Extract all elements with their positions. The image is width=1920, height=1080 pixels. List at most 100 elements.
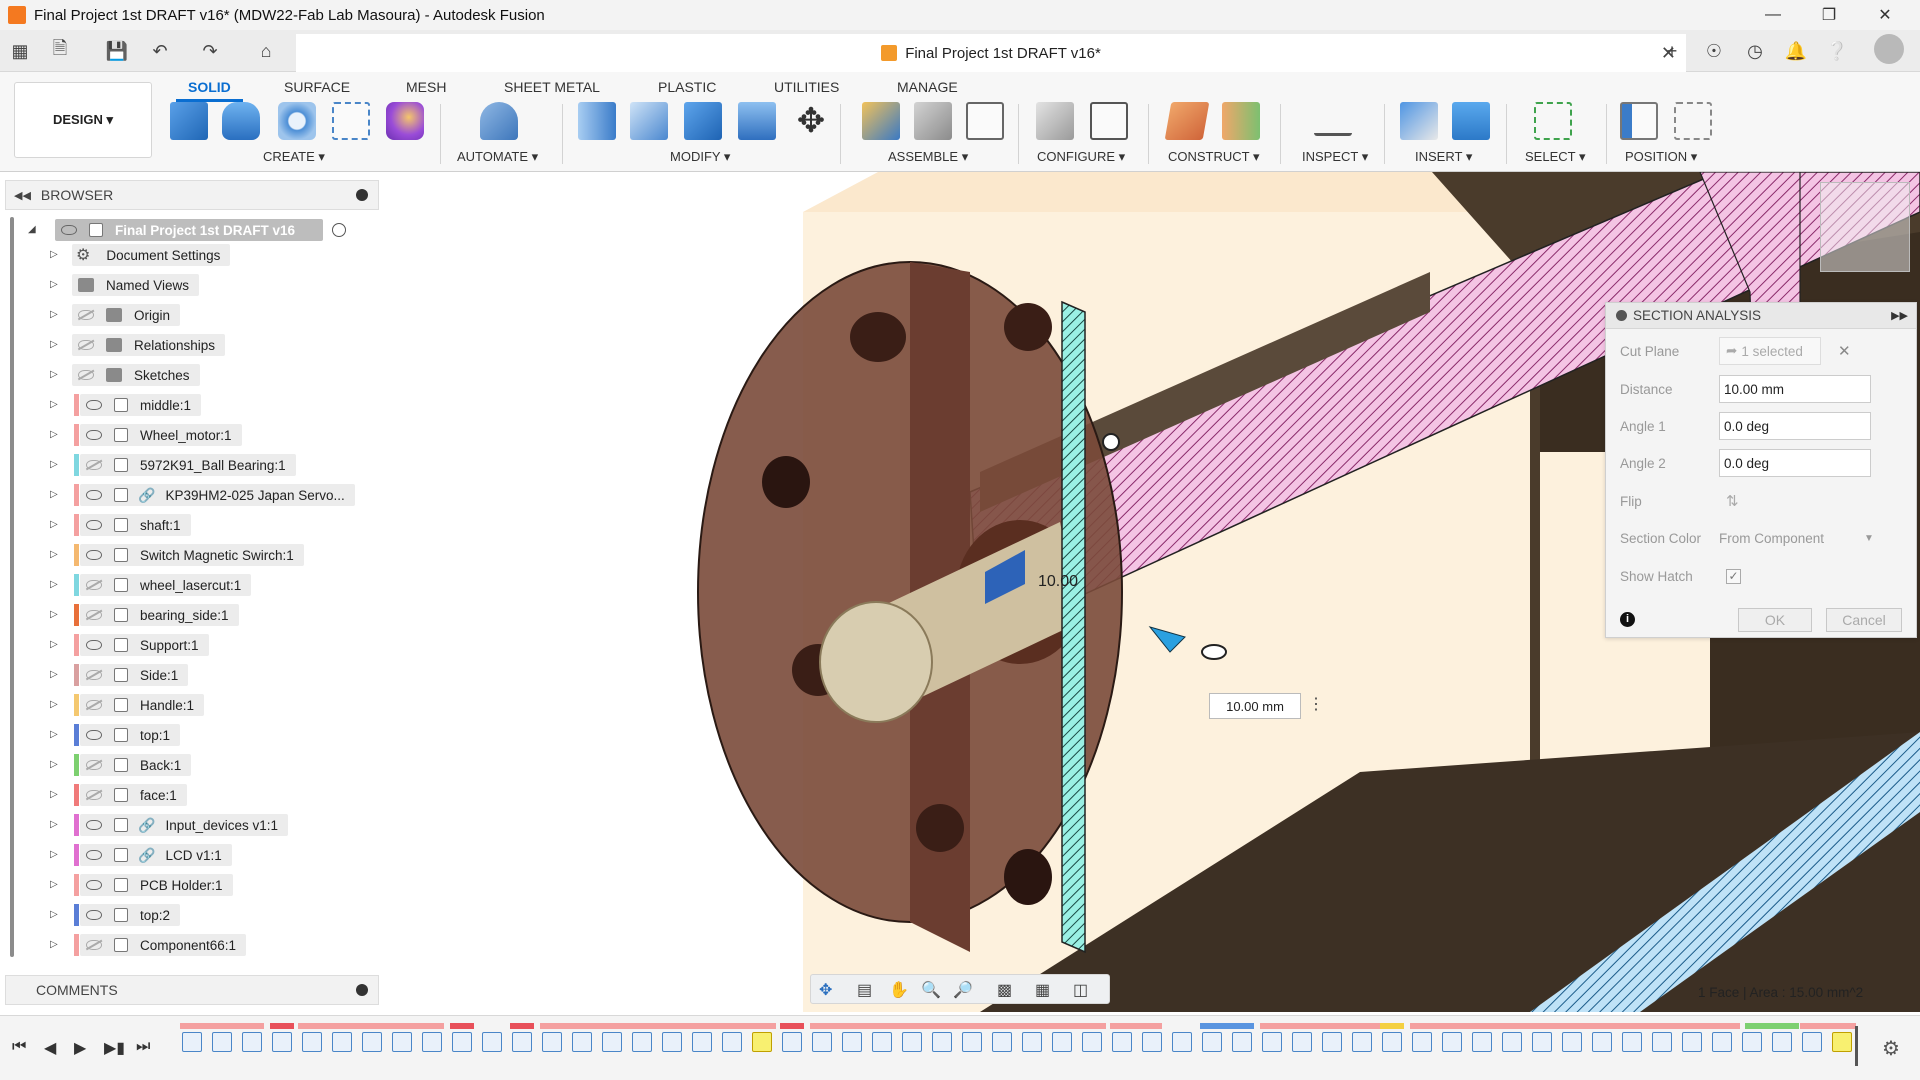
expand-arrow-icon[interactable]: ▷ [50,280,60,290]
timeline-feature-icon[interactable] [722,1032,742,1052]
timeline-feature-icon[interactable] [452,1032,472,1052]
browser-item-node[interactable]: Handle:1 [80,694,205,716]
browser-item-node[interactable]: Relationships [72,334,226,356]
tab-mesh[interactable]: MESH [406,74,446,100]
timeline-feature-icon[interactable] [302,1032,322,1052]
timeline-feature-icon[interactable] [1052,1032,1072,1052]
visibility-eye-icon[interactable] [86,910,102,920]
visibility-eye-icon[interactable] [86,670,102,680]
rotate-handle[interactable] [1102,433,1120,451]
cancel-button[interactable]: Cancel [1826,608,1902,632]
visibility-eye-icon[interactable] [86,520,102,530]
timeline-feature-icon[interactable] [1262,1032,1282,1052]
browser-item-node[interactable]: face:1 [80,784,187,806]
activate-radio-icon[interactable] [332,223,346,237]
info-icon[interactable]: i [1620,612,1635,627]
combine-icon[interactable] [684,102,722,140]
timeline-feature-icon[interactable] [1592,1032,1612,1052]
timeline-feature-icon[interactable] [752,1032,772,1052]
visibility-eye-icon[interactable] [86,550,102,560]
visibility-eye-icon[interactable] [86,490,102,500]
insert-canvas-icon[interactable] [1452,102,1490,140]
browser-item-node[interactable]: Component66:1 [80,934,247,956]
browser-header[interactable]: ◀◀ BROWSER [5,180,379,210]
timeline-feature-icon[interactable] [662,1032,682,1052]
browser-item-node[interactable]: Sketches [72,364,200,386]
position-menu[interactable]: POSITION ▾ [1625,149,1697,165]
timeline-feature-icon[interactable] [692,1032,712,1052]
angle1-field[interactable]: 0.0 deg [1719,412,1871,440]
visibility-eye-icon[interactable] [78,340,94,350]
timeline-feature-icon[interactable] [572,1032,592,1052]
expand-arrow-icon[interactable]: ▷ [50,820,60,830]
browser-item-node[interactable]: Wheel_motor:1 [80,424,242,446]
timeline-feature-icon[interactable] [182,1032,202,1052]
expand-arrow-icon[interactable]: ▷ [50,880,60,890]
collapse-arrow-icon[interactable]: ◢ [28,225,38,235]
tab-sheet-metal[interactable]: SHEET METAL [504,74,600,100]
visibility-eye-icon[interactable] [86,640,102,650]
timeline-feature-icon[interactable] [632,1032,652,1052]
timeline-feature-icon[interactable] [1742,1032,1762,1052]
offset-plane-icon[interactable] [1164,102,1210,140]
visibility-eye-icon[interactable] [86,940,102,950]
expand-arrow-icon[interactable]: ▷ [50,850,60,860]
timeline-feature-icon[interactable] [1442,1032,1462,1052]
expand-arrow-icon[interactable]: ▷ [50,790,60,800]
timeline-feature-icon[interactable] [1082,1032,1102,1052]
timeline-feature-icon[interactable] [362,1032,382,1052]
timeline-feature-icon[interactable] [1802,1032,1822,1052]
workspace-switcher[interactable]: DESIGN ▾ [14,82,152,158]
browser-item-node[interactable]: wheel_lasercut:1 [80,574,252,596]
timeline-feature-icon[interactable] [1832,1032,1852,1052]
section-analysis-header[interactable]: SECTION ANALYSIS ▶▶ [1606,303,1916,329]
pan-icon[interactable]: ✋ [889,980,909,1000]
save-icon[interactable]: 💾 [103,38,131,64]
joint-icon[interactable] [914,102,952,140]
extensions-icon[interactable]: ☉ [1700,38,1728,64]
visibility-eye-icon[interactable] [86,460,102,470]
go-to-start-icon[interactable]: ⏮ [12,1038,26,1056]
section-color-select[interactable]: From Component [1719,531,1824,546]
select-icon[interactable] [1534,102,1572,140]
revolve-icon[interactable] [278,102,316,140]
redo-icon[interactable]: ↷ [196,38,224,64]
browser-item-node[interactable]: 5972K91_Ball Bearing:1 [80,454,296,476]
construct-menu[interactable]: CONSTRUCT ▾ [1168,149,1260,165]
timeline-feature-icon[interactable] [512,1032,532,1052]
ok-button[interactable]: OK [1738,608,1812,632]
close-icon[interactable]: ✕ [1862,0,1908,30]
timeline-feature-icon[interactable] [1562,1032,1582,1052]
file-menu-icon[interactable]: 🗎 [46,38,74,64]
timeline-feature-icon[interactable] [1142,1032,1162,1052]
timeline-feature-icon[interactable] [1352,1032,1372,1052]
timeline-marker[interactable] [1855,1026,1858,1066]
visibility-eye-icon[interactable] [86,430,102,440]
more-options-icon[interactable]: ⋮ [1308,694,1324,714]
tab-manage[interactable]: MANAGE [897,74,958,100]
browser-item-node[interactable]: Origin [72,304,181,326]
visibility-eye-icon[interactable] [86,760,102,770]
timeline-feature-icon[interactable] [1502,1032,1522,1052]
automate-menu[interactable]: AUTOMATE ▾ [457,149,538,165]
timeline-feature-icon[interactable] [332,1032,352,1052]
visibility-eye-icon[interactable] [86,730,102,740]
expand-arrow-icon[interactable]: ▷ [50,460,60,470]
visibility-eye-icon[interactable] [78,370,94,380]
browser-item-node[interactable]: shaft:1 [80,514,191,536]
browser-minimize-icon[interactable] [356,189,368,201]
configure-icon[interactable] [1036,102,1074,140]
fillet-icon[interactable] [630,102,668,140]
timeline-settings-icon[interactable]: ⚙ [1882,1036,1900,1061]
browser-item-node[interactable]: Named Views [72,274,200,296]
document-tab[interactable]: Final Project 1st DRAFT v16* ✕ [296,34,1686,72]
expand-arrow-icon[interactable]: ▷ [50,430,60,440]
timeline-feature-icon[interactable] [542,1032,562,1052]
midplane-icon[interactable] [1222,102,1260,140]
expand-arrow-icon[interactable]: ▷ [50,610,60,620]
timeline-feature-icon[interactable] [992,1032,1012,1052]
expand-arrow-icon[interactable]: ▷ [50,310,60,320]
modify-menu[interactable]: MODIFY ▾ [670,149,730,165]
clear-selection-icon[interactable]: ✕ [1838,342,1851,360]
timeline-feature-icon[interactable] [872,1032,892,1052]
